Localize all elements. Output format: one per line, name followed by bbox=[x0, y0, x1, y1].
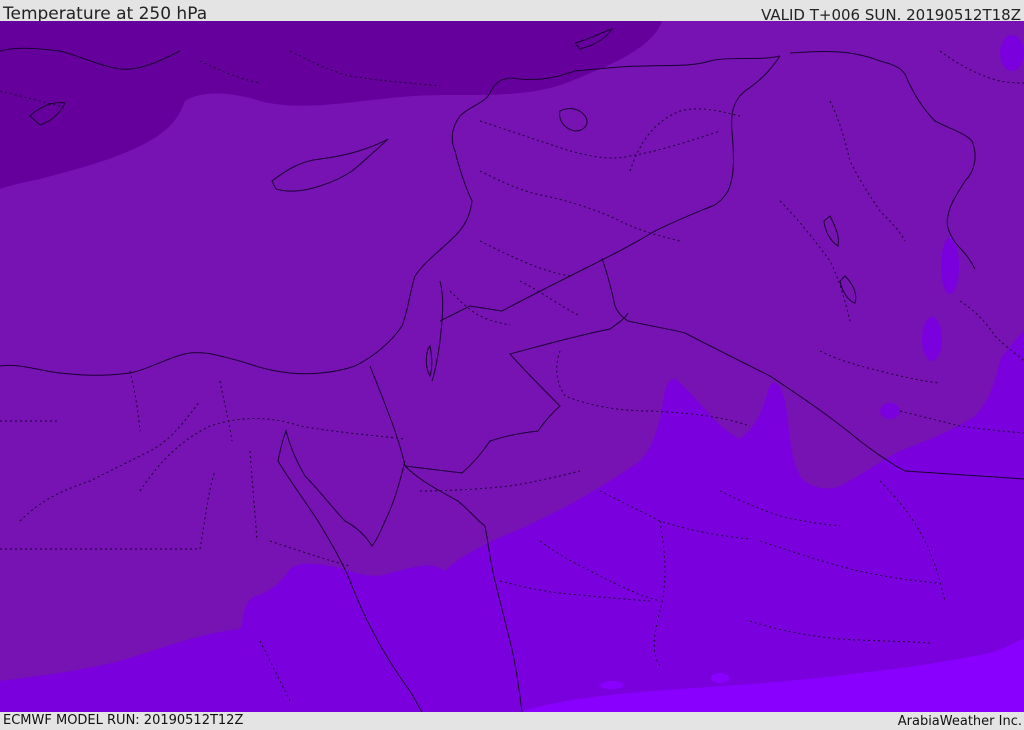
warm-pocket bbox=[1000, 35, 1024, 71]
warm-pocket bbox=[711, 673, 729, 683]
warm-pocket bbox=[922, 317, 942, 361]
temperature-map[interactable] bbox=[0, 21, 1024, 712]
header-bar: Temperature at 250 hPa VALID T+006 SUN. … bbox=[0, 0, 1024, 24]
warm-pocket bbox=[941, 238, 959, 294]
credit-label: ArabiaWeather Inc. bbox=[897, 714, 1022, 729]
model-run-label: ECMWF MODEL RUN: 20190512T12Z bbox=[3, 713, 244, 728]
footer-bar: ECMWF MODEL RUN: 20190512T12Z ArabiaWeat… bbox=[0, 712, 1024, 729]
map-canvas bbox=[0, 21, 1024, 712]
warm-pocket bbox=[600, 681, 624, 689]
warm-pocket bbox=[880, 403, 900, 419]
